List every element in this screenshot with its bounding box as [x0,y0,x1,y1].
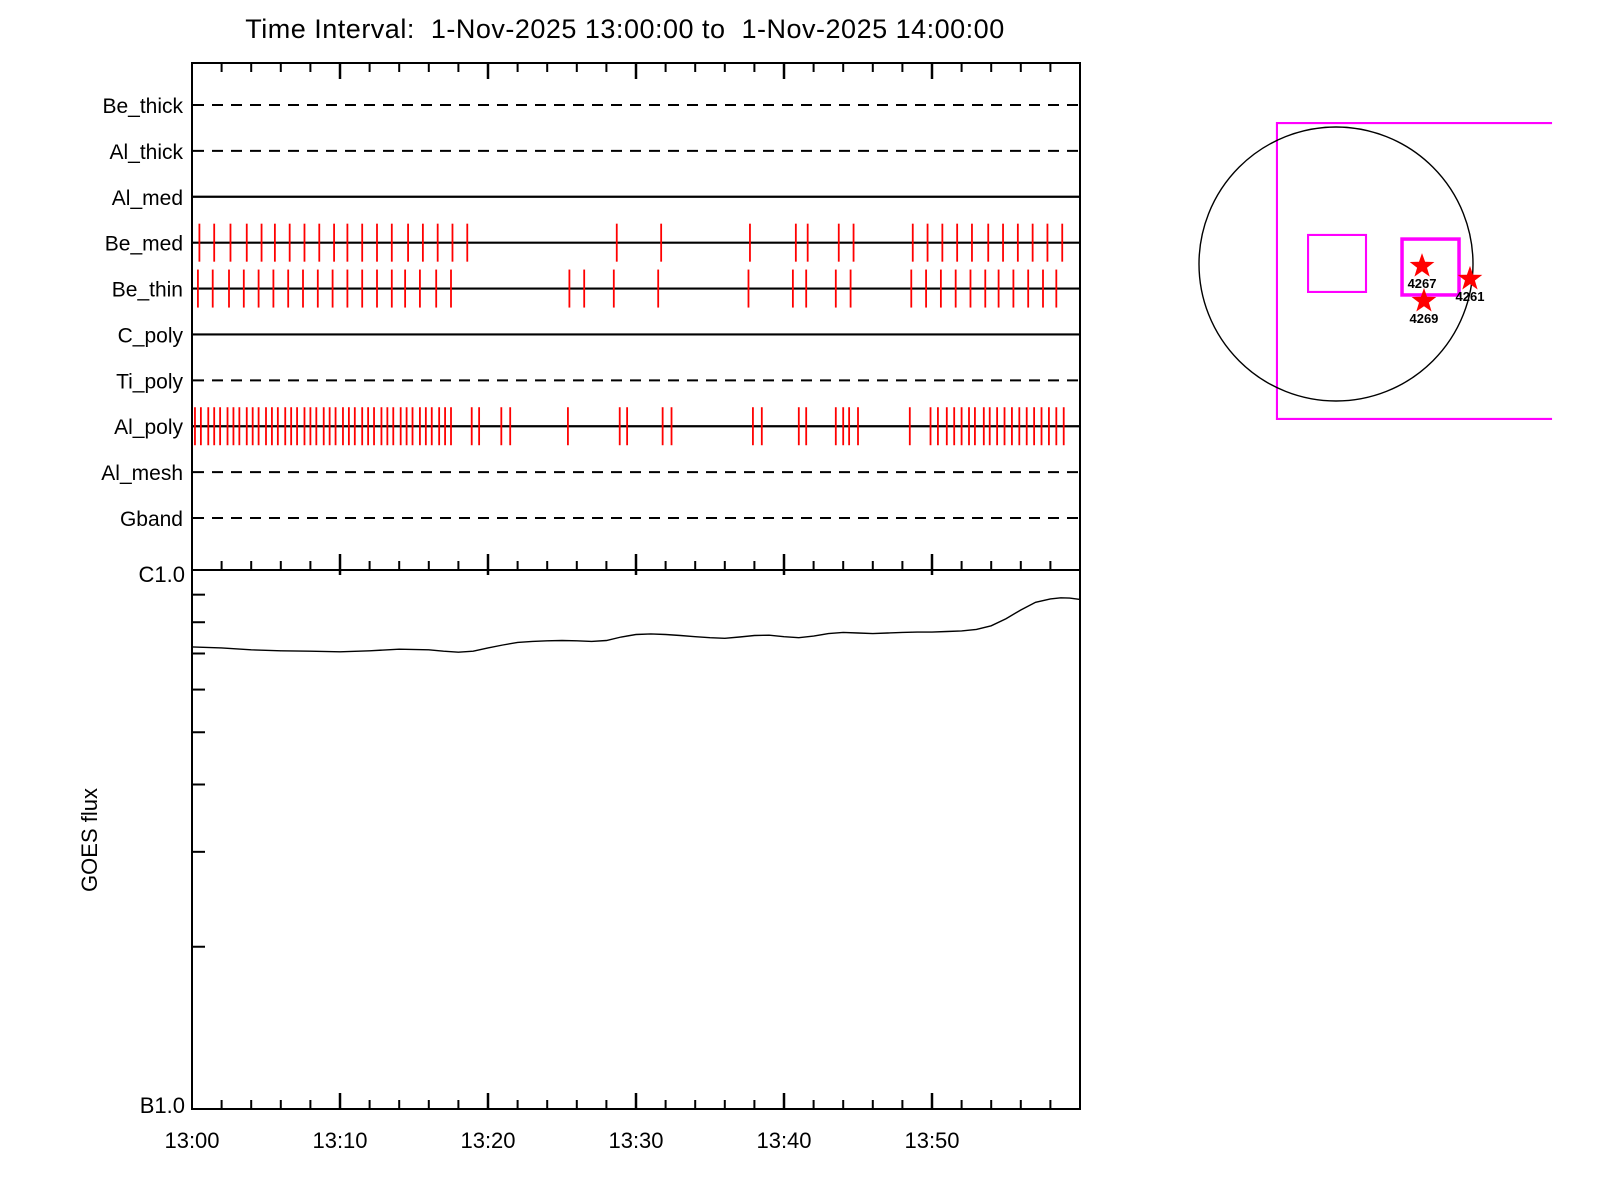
filter-row-label: Al_thick [109,141,183,164]
goes-flux-curve [191,597,1081,653]
filter-row-Be_thin: Be_thin [112,269,1079,308]
filter-row-Ti_poly: Ti_poly [116,370,1079,393]
flare-marker-label: 4269 [1409,311,1438,326]
filter-row-C_poly: C_poly [118,324,1079,347]
flare-marker-star-4269 [1411,288,1437,312]
x-axis-label: 13:20 [460,1128,515,1153]
filter-row-Al_thick: Al_thick [109,141,1079,164]
filter-row-Al_mesh: Al_mesh [101,462,1079,485]
filter-row-Al_med: Al_med [112,187,1079,210]
y-axis-bottom-label: B1.0 [140,1093,185,1118]
filter-row-label: Be_med [105,233,183,256]
goes-ylabel: GOES flux [77,788,102,892]
solar-disk-map: 4267 4261 4269 [1198,121,1553,420]
flare-marker-star-4267 [1409,253,1435,277]
flare-marker-star-4261 [1457,265,1483,290]
filter-panel-border [191,62,1081,571]
filter-timeline-panel: Be_thick Al_thick Al_med Be_med Be_thin C_pol… [101,62,1081,571]
solar-disk-limb [1198,126,1474,402]
screenshot-root: Time Interval: 1-Nov-2025 13:00:00 to 1-… [0,0,1600,1200]
filter-row-label: Al_med [112,187,183,210]
filter-row-Al_poly: Al_poly [114,407,1079,446]
x-axis-label: 13:50 [904,1128,959,1153]
x-axis-label: 13:10 [312,1128,367,1153]
x-axis-label: 13:00 [164,1128,219,1153]
y-axis-top-label: C1.0 [139,562,185,587]
filter-row-Be_thick: Be_thick [102,95,1079,118]
filter-row-label: Be_thick [102,95,183,118]
x-axis-ticks [220,63,1052,1109]
filter-row-label: Ti_poly [116,370,183,393]
flare-marker-label: 4267 [1408,276,1437,291]
x-axis-label: 13:40 [756,1128,811,1153]
x-axis-label: 13:30 [608,1128,663,1153]
filter-row-label: Al_mesh [101,462,183,485]
filter-row-Be_med: Be_med [105,223,1079,262]
filter-row-label: Be_thin [112,279,183,302]
filter-row-label: C_poly [118,324,184,347]
main-plot-svg: Be_thick Al_thick Al_med Be_med Be_thin C_pol… [77,62,1553,1153]
flare-marker-label: 4261 [1456,289,1485,304]
filter-row-label: Al_poly [114,416,183,439]
filter-row-label: Gband [120,508,183,531]
filter-row-Gband: Gband [120,508,1079,531]
fov-box-center-target [1307,233,1368,293]
goes-flux-panel: C1.0 B1.0 GOES flux 13:00 13:10 13:20 13:30 13:… [77,562,1081,1153]
fov-box-large-fov [1275,121,1553,420]
